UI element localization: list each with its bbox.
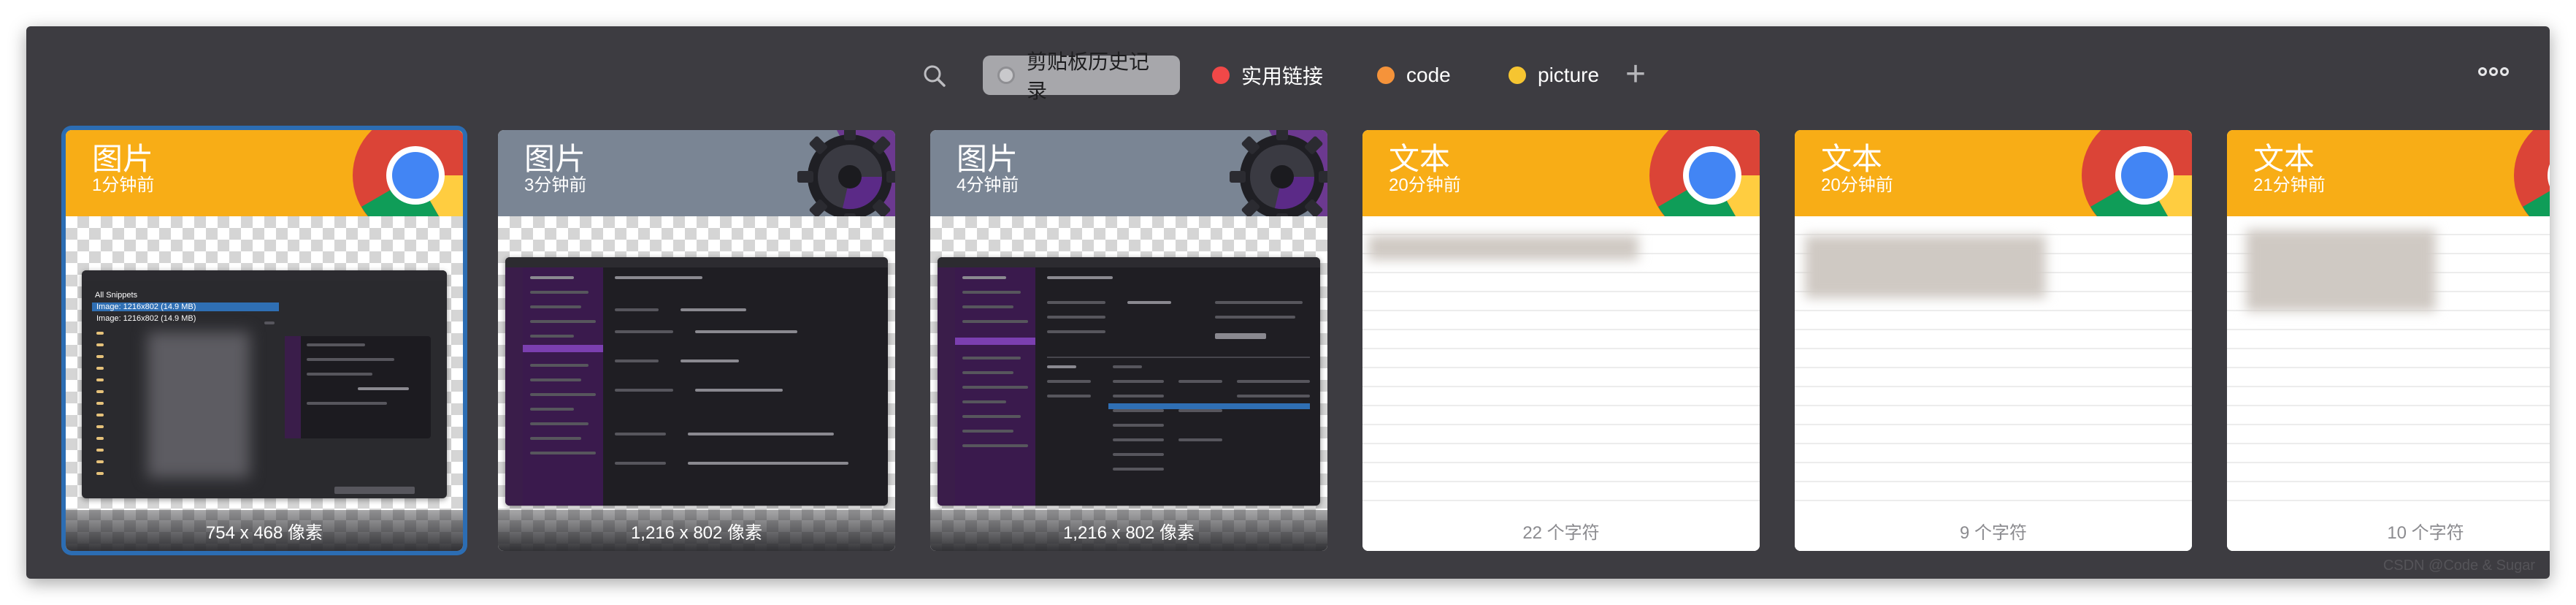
chrome-icon	[339, 130, 463, 216]
clip-card[interactable]: 图片 4分钟前 1,216 x 802 像素	[930, 130, 1327, 551]
pinboard-label: 剪贴板历史记录	[1027, 50, 1150, 102]
text-preview	[1795, 216, 2192, 551]
card-header: 图片 1分钟前	[66, 130, 463, 216]
card-header: 文本 20分钟前	[1362, 130, 1760, 216]
watermark: CSDN @Code & Sugar	[2383, 558, 2535, 574]
pinboard-color-dot	[1212, 66, 1230, 84]
screenshot-thumbnail	[938, 257, 1320, 506]
blurred-text	[2246, 229, 2436, 311]
card-footer: 9 个字符	[1795, 510, 2192, 551]
card-footer: 1,216 x 802 像素	[498, 510, 895, 551]
card-header: 文本 20分钟前	[1795, 130, 2192, 216]
clip-card[interactable]: 文本 21分钟前 10 个字符	[2227, 130, 2550, 551]
snippet-all-label: All Snippets	[95, 291, 138, 300]
image-preview	[498, 216, 895, 551]
pinboard-useful-links[interactable]: 实用链接	[1197, 56, 1351, 95]
gear-icon	[1230, 130, 1327, 216]
image-preview	[930, 216, 1327, 551]
paste-window: 剪贴板历史记录 实用链接 code picture + 图片 1分钟前 All …	[26, 26, 2550, 579]
pinboard-label: 实用链接	[1241, 65, 1324, 88]
search-icon[interactable]	[920, 61, 949, 91]
blurred-text	[1805, 235, 2046, 298]
pinboard-label: code	[1406, 64, 1451, 86]
pinboard-color-dot	[1377, 66, 1395, 84]
more-icon[interactable]	[2478, 67, 2509, 76]
clip-card[interactable]: 文本 20分钟前 9 个字符	[1795, 130, 2192, 551]
clip-card[interactable]: 文本 20分钟前 22 个字符	[1362, 130, 1760, 551]
pinboard-clipboard-history[interactable]: 剪贴板历史记录	[983, 50, 1180, 102]
screenshot-thumbnail: All Snippets Image: 1216x802 (14.9 MB) I…	[82, 270, 447, 498]
chrome-icon	[1636, 130, 1760, 216]
card-footer: 10 个字符	[2227, 510, 2550, 551]
pinboard-picture[interactable]: picture	[1494, 56, 1618, 95]
snippet-row: Image: 1216x802 (14.9 MB)	[96, 314, 196, 323]
card-footer: 22 个字符	[1362, 510, 1760, 551]
clip-card[interactable]: 图片 3分钟前 1,216 x 802 像素	[498, 130, 895, 551]
card-header: 图片 4分钟前	[930, 130, 1327, 216]
card-header: 文本 21分钟前	[2227, 130, 2550, 216]
pinboard-color-dot	[1509, 66, 1526, 84]
card-footer: 1,216 x 802 像素	[930, 510, 1327, 551]
pinboard-label: picture	[1538, 64, 1600, 86]
pinboard-code[interactable]: code	[1362, 56, 1472, 95]
card-header: 图片 3分钟前	[498, 130, 895, 216]
snippet-row: Image: 1216x802 (14.9 MB)	[92, 302, 279, 311]
pinboard-bar: 剪贴板历史记录 实用链接 code picture +	[26, 26, 2550, 129]
pinboard-color-dot	[997, 66, 1015, 84]
image-preview: All Snippets Image: 1216x802 (14.9 MB) I…	[66, 216, 463, 551]
card-footer: 754 x 468 像素	[66, 510, 463, 551]
text-preview	[2227, 216, 2550, 551]
chrome-icon	[2500, 130, 2550, 216]
clip-card[interactable]: 图片 1分钟前 All Snippets Image: 1216x802 (14…	[66, 130, 463, 551]
add-pinboard-icon[interactable]: +	[1625, 53, 1646, 96]
text-preview	[1362, 216, 1760, 551]
blurred-text	[1368, 235, 1638, 260]
chrome-icon	[2068, 130, 2192, 216]
gear-icon	[797, 130, 895, 216]
screenshot-thumbnail	[505, 257, 888, 506]
